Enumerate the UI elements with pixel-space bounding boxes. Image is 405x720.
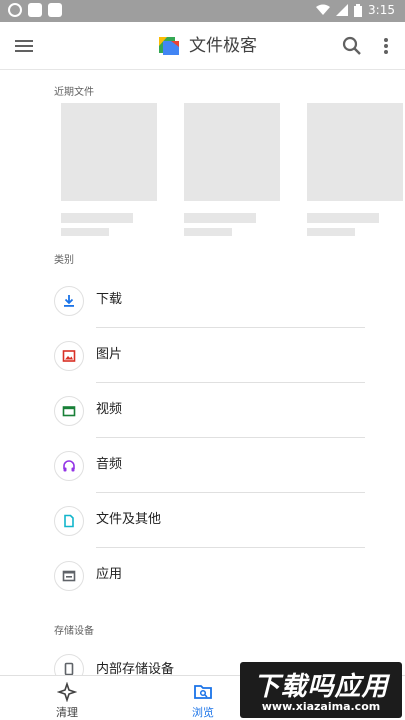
signal-icon bbox=[336, 4, 349, 16]
status-bar: 3:15 bbox=[0, 0, 405, 22]
app-logo-icon bbox=[159, 37, 179, 55]
recent-file-thumbnail bbox=[61, 103, 157, 201]
browse-folder-icon bbox=[194, 685, 212, 699]
recent-file-title-placeholder bbox=[184, 213, 256, 223]
menu-icon[interactable] bbox=[14, 36, 34, 56]
category-apps[interactable]: 应用 bbox=[0, 548, 405, 603]
watermark-logo: 下载吗应用 bbox=[253, 672, 389, 702]
notification-icon bbox=[28, 3, 42, 17]
recent-file-placeholder[interactable] bbox=[61, 103, 157, 236]
nav-clean-button[interactable]: 清理 bbox=[27, 676, 107, 720]
nav-browse-button[interactable]: 浏览 bbox=[163, 676, 243, 720]
battery-icon bbox=[354, 3, 363, 17]
phone-storage-icon bbox=[64, 662, 74, 676]
recent-file-meta-placeholder bbox=[307, 228, 355, 236]
document-icon bbox=[64, 514, 74, 528]
category-label: 图片 bbox=[96, 347, 123, 362]
watermark-url: www.xiazaima.com bbox=[261, 700, 381, 713]
more-vert-icon[interactable] bbox=[379, 35, 393, 57]
sync-icon bbox=[8, 3, 22, 17]
category-label: 文件及其他 bbox=[96, 512, 162, 527]
category-documents[interactable]: 文件及其他 bbox=[0, 493, 405, 548]
app-icon bbox=[62, 570, 76, 582]
status-time: 3:15 bbox=[368, 3, 395, 17]
image-icon bbox=[62, 350, 76, 362]
category-audio[interactable]: 音频 bbox=[0, 438, 405, 493]
recent-files-carousel[interactable] bbox=[0, 103, 405, 243]
app-bar: 文件极客 bbox=[0, 22, 405, 70]
notification-icon bbox=[48, 3, 62, 17]
category-label: 下载 bbox=[96, 292, 123, 307]
recent-file-title-placeholder bbox=[61, 213, 133, 223]
status-notification-icons bbox=[8, 3, 62, 17]
wifi-icon bbox=[316, 4, 331, 15]
category-label: 音频 bbox=[96, 457, 123, 472]
category-images[interactable]: 图片 bbox=[0, 328, 405, 383]
headphones-icon bbox=[63, 460, 75, 472]
recent-file-meta-placeholder bbox=[61, 228, 109, 236]
nav-clean-label: 清理 bbox=[56, 706, 78, 719]
app-title: 文件极客 bbox=[189, 36, 257, 56]
recent-files-heading: 近期文件 bbox=[54, 87, 94, 98]
recent-file-thumbnail bbox=[184, 103, 280, 201]
recent-file-title-placeholder bbox=[307, 213, 379, 223]
category-list: 下载 图片 视频 音频 文件及其他 应用 bbox=[0, 273, 405, 603]
video-icon bbox=[62, 406, 76, 417]
recent-file-meta-placeholder bbox=[184, 228, 232, 236]
status-system-icons: 3:15 bbox=[316, 3, 395, 17]
sparkle-icon bbox=[57, 682, 77, 702]
nav-browse-label: 浏览 bbox=[192, 706, 214, 719]
search-icon[interactable] bbox=[341, 35, 363, 57]
category-videos[interactable]: 视频 bbox=[0, 383, 405, 438]
watermark-banner: 下载吗应用 www.xiazaima.com bbox=[240, 662, 402, 718]
storage-heading: 存储设备 bbox=[54, 626, 94, 637]
recent-file-placeholder[interactable] bbox=[184, 103, 280, 236]
recent-file-thumbnail bbox=[307, 103, 403, 201]
recent-file-placeholder[interactable] bbox=[307, 103, 403, 236]
category-label: 应用 bbox=[96, 567, 123, 582]
categories-heading: 类别 bbox=[54, 255, 74, 266]
category-downloads[interactable]: 下载 bbox=[0, 273, 405, 328]
download-icon bbox=[64, 295, 74, 307]
category-label: 视频 bbox=[96, 402, 123, 417]
